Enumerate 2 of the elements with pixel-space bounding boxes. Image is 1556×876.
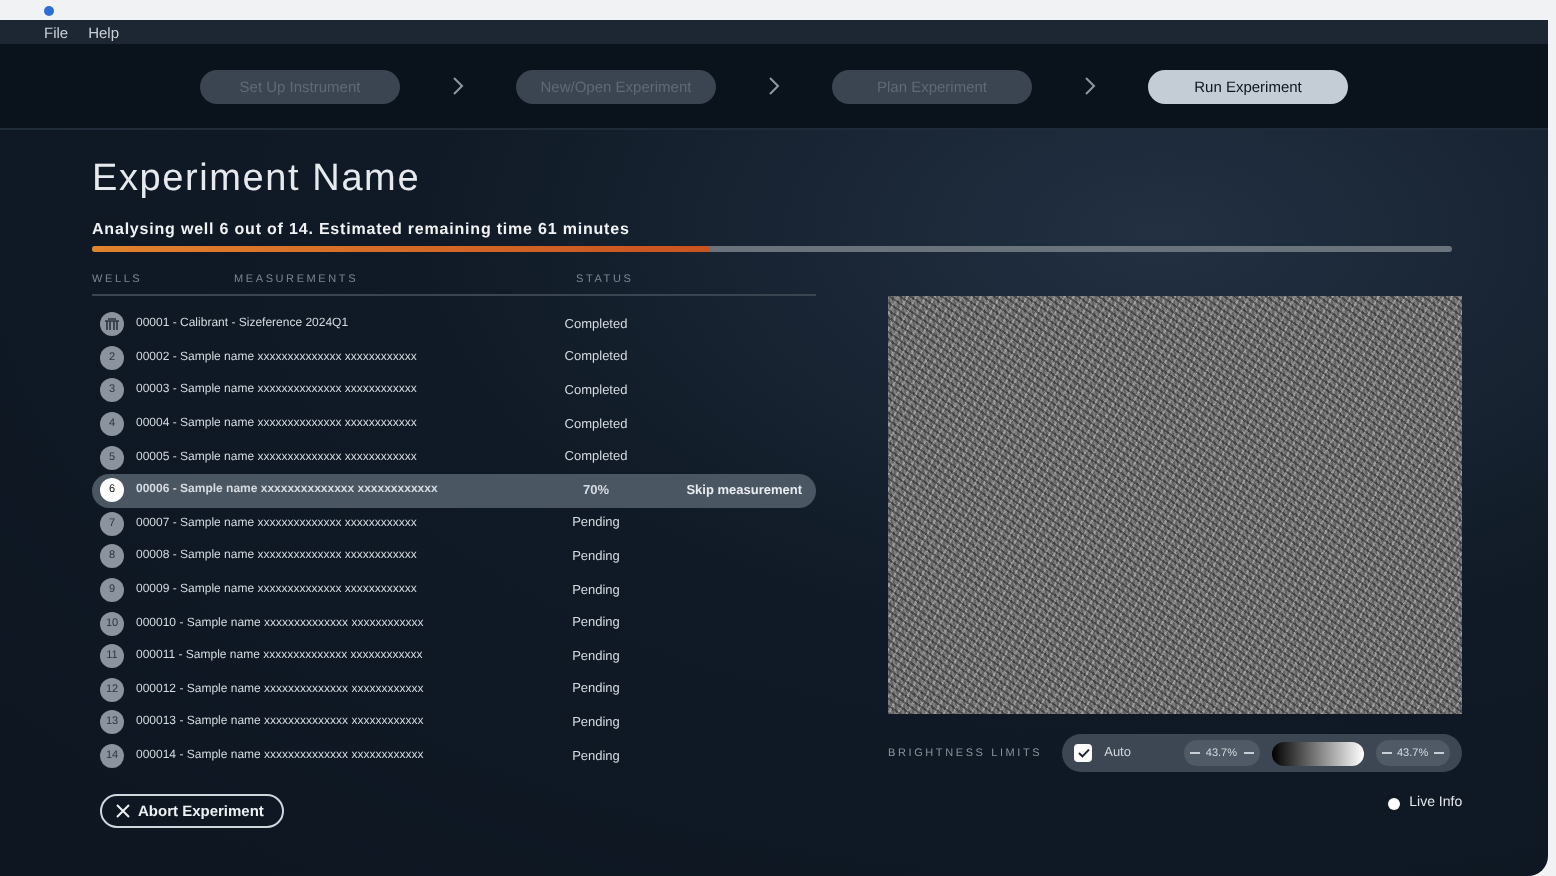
progress-text: Analysing well 6 out of 14. Estimated remaining time 61 minutes <box>92 220 632 238</box>
experiment-title: Experiment Name <box>92 158 423 202</box>
